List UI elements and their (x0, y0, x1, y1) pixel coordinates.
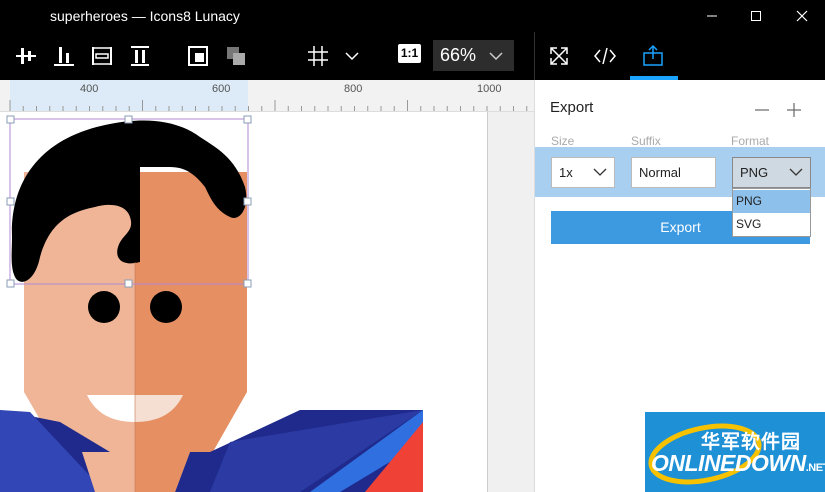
chevron-down-icon (489, 52, 503, 61)
align-horizontal-center-icon (16, 48, 36, 64)
grid-button[interactable] (304, 42, 332, 70)
bring-forward-button[interactable] (184, 42, 212, 70)
window-title: superheroes — Icons8 Lunacy (50, 8, 240, 24)
chevron-down-icon (789, 168, 803, 176)
align-bottom-button[interactable] (50, 42, 78, 70)
distribute-vertical-button[interactable] (88, 42, 116, 70)
format-dropdown-list: PNG SVG (732, 188, 811, 237)
title-bar: superheroes — Icons8 Lunacy (0, 0, 825, 32)
ruler-label: 1000 (477, 83, 502, 95)
watermark-en-text: ONLINEDOWN.NET (651, 450, 825, 477)
distribute-horizontal-button[interactable] (126, 42, 154, 70)
minimize-button[interactable] (689, 0, 735, 32)
add-export-icon[interactable] (785, 101, 803, 119)
left-eye (88, 291, 120, 323)
size-select[interactable]: 1x (551, 157, 615, 188)
remove-export-icon[interactable] (753, 101, 771, 119)
format-column-label: Format (731, 134, 770, 148)
tab-fullscreen[interactable] (537, 32, 581, 80)
ruler-label: 400 (80, 83, 99, 95)
canvas-overflow-area (487, 112, 534, 492)
format-option-svg[interactable]: SVG (733, 213, 810, 236)
suffix-value: Normal (639, 165, 681, 180)
close-button[interactable] (779, 0, 825, 32)
suffix-column-label: Suffix (631, 134, 661, 148)
tab-export[interactable] (631, 32, 675, 80)
code-icon (594, 47, 616, 65)
horizontal-ruler: 400 600 800 1000 (0, 80, 534, 112)
align-horizontal-center-button[interactable] (12, 42, 40, 70)
right-eye (150, 291, 182, 323)
send-backward-icon (227, 47, 245, 65)
distribute-vertical-icon (92, 47, 112, 65)
format-select[interactable]: PNG (732, 157, 811, 188)
suffix-input[interactable]: Normal (631, 157, 716, 188)
minimize-icon (707, 15, 717, 17)
zoom-dropdown[interactable]: 66% (433, 40, 514, 71)
grid-options-dropdown[interactable] (338, 42, 366, 70)
size-column-label: Size (551, 134, 575, 148)
size-value: 1x (559, 165, 573, 180)
ruler-label: 600 (212, 83, 231, 95)
chevron-down-icon (345, 52, 359, 61)
grid-icon (308, 46, 328, 66)
format-option-png[interactable]: PNG (733, 190, 810, 213)
tab-code[interactable] (583, 32, 627, 80)
maximize-icon (751, 11, 761, 21)
zoom-value: 66% (440, 45, 477, 65)
share-export-icon (643, 44, 663, 66)
panel-title: Export (550, 99, 594, 116)
close-icon (796, 10, 808, 22)
bring-forward-icon (188, 46, 208, 66)
send-backward-button[interactable] (222, 42, 250, 70)
format-value: PNG (740, 165, 769, 180)
inspector-tabs (534, 32, 825, 80)
design-canvas[interactable] (0, 112, 534, 492)
watermark-en-name: ONLINEDOWN (651, 450, 806, 476)
ruler-ticks (9, 100, 528, 111)
distribute-horizontal-icon (131, 46, 149, 66)
ruler-label: 800 (344, 83, 363, 95)
superhero-artwork[interactable] (0, 112, 487, 492)
chevron-down-icon (593, 168, 607, 176)
align-bottom-icon (54, 47, 74, 66)
watermark-logo: 华军软件园 ONLINEDOWN.NET (645, 412, 825, 492)
maximize-button[interactable] (733, 0, 779, 32)
actual-size-button[interactable]: 1:1 (398, 44, 421, 63)
expand-icon (550, 47, 568, 65)
watermark-net: .NET (805, 462, 825, 474)
